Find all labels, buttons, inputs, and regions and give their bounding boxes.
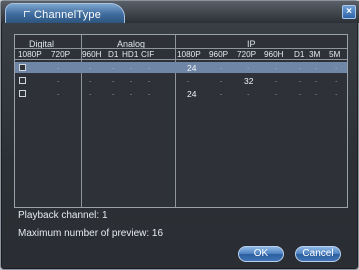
- col-analog-d1: D1: [108, 50, 119, 59]
- title-bar: ChannelType ×: [1, 1, 359, 23]
- empty-cell-dot: .: [315, 75, 318, 84]
- title-corner-icon: [24, 11, 30, 17]
- empty-cell-dot: .: [315, 88, 318, 97]
- empty-cell-dot: .: [275, 62, 278, 71]
- column-header-row: 1080P 720P 960H D1 HD1 CIF 1080P 960P 72…: [15, 48, 347, 60]
- table-row[interactable]: . . . . . 24 . . . . . .: [15, 88, 347, 99]
- window-title: ChannelType: [34, 9, 102, 21]
- col-analog-960h: 960H: [82, 50, 102, 59]
- row-checkbox[interactable]: [19, 77, 26, 84]
- col-ip-5m: 5M: [329, 50, 341, 59]
- row-checkbox[interactable]: [19, 64, 26, 71]
- empty-cell-dot: .: [247, 88, 250, 97]
- empty-cell-dot: .: [275, 88, 278, 97]
- row-checkbox[interactable]: [19, 90, 26, 97]
- col-ip-3m: 3M: [309, 50, 321, 59]
- divider-digital-analog: [81, 35, 82, 207]
- empty-cell-dot: .: [335, 88, 338, 97]
- empty-cell-dot: .: [148, 62, 151, 71]
- empty-cell-dot: .: [130, 75, 133, 84]
- empty-cell-dot: .: [57, 88, 60, 97]
- empty-cell-dot: .: [299, 62, 302, 71]
- empty-cell-dot: .: [148, 88, 151, 97]
- col-digital-720p: 720P: [51, 50, 71, 59]
- divider-analog-ip: [175, 35, 176, 207]
- col-ip-960p: 960P: [209, 50, 229, 59]
- table-row[interactable]: . . . . . . . 32 . . . .: [15, 75, 347, 86]
- cancel-button[interactable]: Cancel: [295, 246, 341, 262]
- cell-value: 24: [187, 89, 197, 99]
- empty-cell-dot: .: [299, 88, 302, 97]
- empty-cell-dot: .: [220, 88, 223, 97]
- col-ip-d1: D1: [294, 50, 305, 59]
- cell-value: 24: [187, 63, 197, 73]
- channel-type-grid: Digital Analog IP 1080P 720P 960H D1 HD1…: [14, 34, 348, 208]
- max-preview-text: Maximum number of preview: 16: [18, 228, 164, 239]
- empty-cell-dot: .: [315, 62, 318, 71]
- col-ip-960h: 960H: [264, 50, 284, 59]
- empty-cell-dot: .: [220, 62, 223, 71]
- ok-button[interactable]: OK: [238, 246, 284, 262]
- empty-cell-dot: .: [220, 75, 223, 84]
- empty-cell-dot: .: [130, 88, 133, 97]
- empty-cell-dot: .: [112, 88, 115, 97]
- empty-cell-dot: .: [187, 75, 190, 84]
- empty-cell-dot: .: [89, 75, 92, 84]
- cell-value: 32: [244, 76, 254, 86]
- playback-channel-text: Playback channel: 1: [18, 210, 108, 221]
- empty-cell-dot: .: [299, 75, 302, 84]
- empty-cell-dot: .: [89, 88, 92, 97]
- table-row[interactable]: . . . . . 24 . . . . . .: [15, 62, 347, 73]
- title-tab: ChannelType: [5, 3, 125, 23]
- col-digital-1080p: 1080P: [18, 50, 42, 59]
- col-analog-hd1: HD1: [122, 50, 139, 59]
- empty-cell-dot: .: [112, 62, 115, 71]
- empty-cell-dot: .: [148, 75, 151, 84]
- empty-cell-dot: .: [335, 62, 338, 71]
- empty-cell-dot: .: [275, 75, 278, 84]
- channel-type-dialog: ChannelType × Digital Analog IP 1080P 72…: [0, 0, 359, 270]
- empty-cell-dot: .: [247, 62, 250, 71]
- close-button[interactable]: ×: [342, 5, 356, 19]
- empty-cell-dot: .: [89, 62, 92, 71]
- col-analog-cif: CIF: [141, 50, 155, 59]
- empty-cell-dot: .: [130, 62, 133, 71]
- empty-cell-dot: .: [57, 75, 60, 84]
- col-ip-720p: 720P: [237, 50, 257, 59]
- empty-cell-dot: .: [112, 75, 115, 84]
- col-ip-1080p: 1080P: [177, 50, 201, 59]
- empty-cell-dot: .: [335, 75, 338, 84]
- empty-cell-dot: .: [57, 62, 60, 71]
